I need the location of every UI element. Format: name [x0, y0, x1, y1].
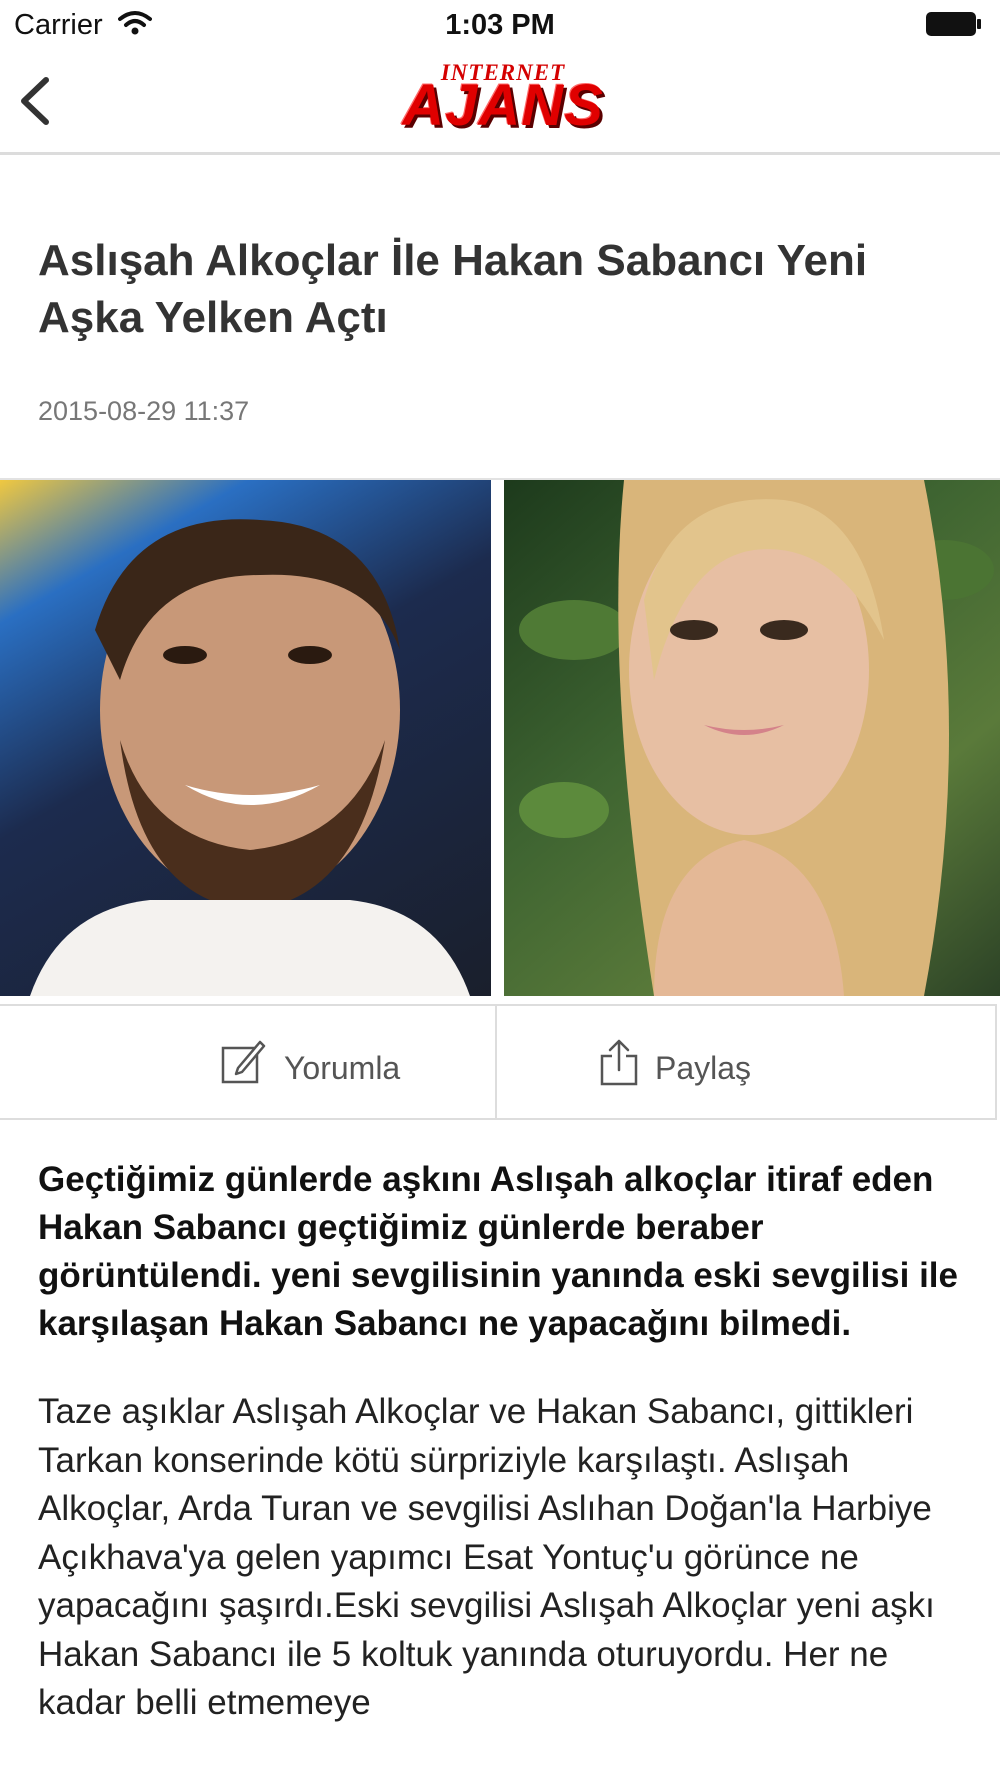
article-lead: Geçtiğimiz günlerde aşkını Aslışah alkoç… [38, 1160, 958, 1343]
article-body: Geçtiğimiz günlerde aşkını Aslışah alkoç… [38, 1156, 958, 1728]
logo-main-text: AJANS [402, 73, 604, 138]
article-image [0, 478, 1000, 996]
article-title: Aslışah Alkoçlar İle Hakan Sabancı Yeni … [38, 236, 868, 342]
battery-icon [926, 12, 981, 36]
status-time: 1:03 PM [445, 9, 555, 41]
share-button[interactable]: Paylaş [497, 1006, 995, 1118]
chevron-left-icon[interactable] [12, 72, 62, 130]
photo-divider [491, 480, 504, 996]
status-bar: Carrier 1:03 PM [0, 0, 1000, 50]
share-icon [600, 1039, 638, 1086]
article-date: 2015-08-29 11:37 [38, 396, 250, 426]
share-label: Paylaş [655, 1050, 752, 1086]
compose-icon [221, 1040, 266, 1084]
comment-label: Yorumla [284, 1050, 401, 1086]
photo-left [0, 480, 491, 996]
action-bar: Yorumla Paylaş [0, 1004, 997, 1120]
comment-button[interactable]: Yorumla [0, 1006, 497, 1118]
brand-logo[interactable]: INTERNET AJANS [396, 60, 610, 146]
navigation-bar: INTERNET AJANS [0, 50, 1000, 155]
article-paragraph: Taze aşıklar Aslışah Alkoçlar ve Hakan S… [38, 1392, 935, 1722]
photo-right [504, 480, 1000, 996]
